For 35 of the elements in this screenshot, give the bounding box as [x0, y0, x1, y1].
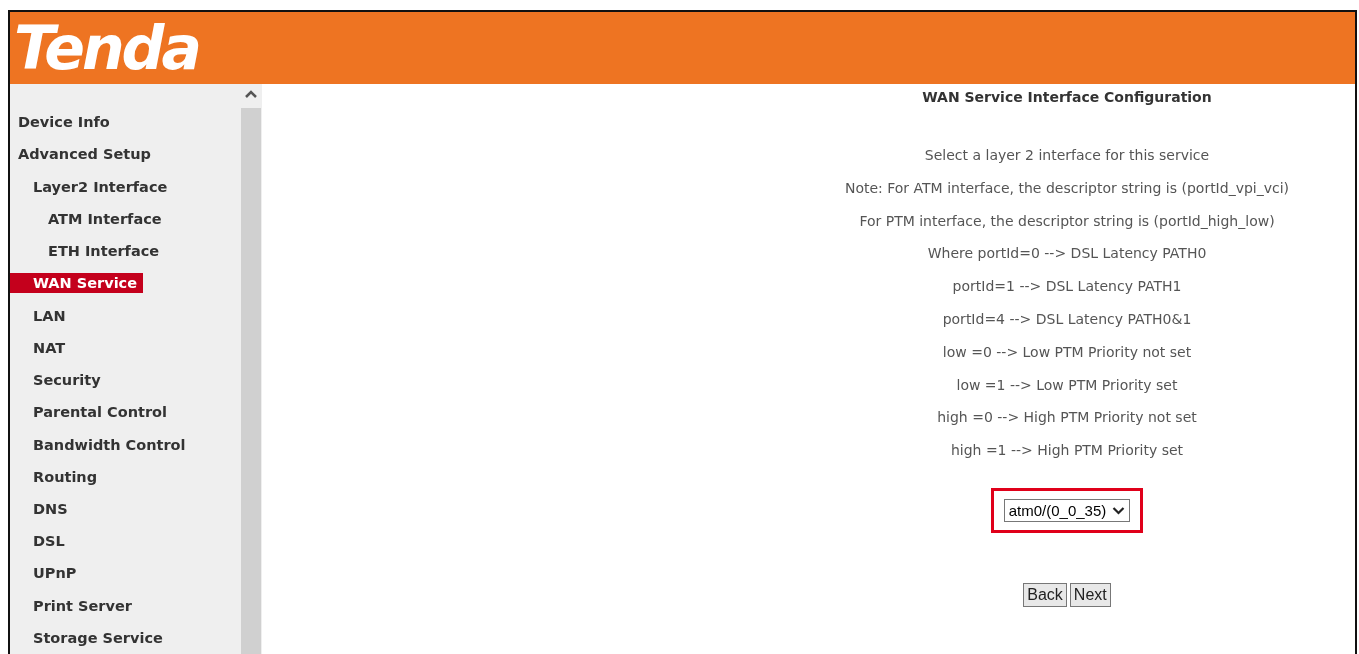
- page-title: WAN Service Interface Configuration: [922, 89, 1212, 105]
- back-button[interactable]: Back: [1023, 582, 1067, 607]
- note-text: high =1 --> High PTM Priority set: [950, 442, 1184, 461]
- sidebar-item[interactable]: UPnP: [10, 557, 83, 590]
- sidebar-item[interactable]: Routing: [10, 460, 104, 493]
- sidebar-item[interactable]: Advanced Setup: [10, 138, 157, 171]
- sidebar-item[interactable]: DNS: [10, 492, 74, 526]
- note-text: high =0 --> High PTM Priority not set: [937, 409, 1197, 428]
- note-text: portId=4 --> DSL Latency PATH0&1: [942, 311, 1192, 329]
- note-text: Note: For ATM interface, the descriptor string is (portId_vpi_vci): [844, 179, 1290, 198]
- sidebar-item[interactable]: LAN: [10, 299, 72, 332]
- next-button[interactable]: Next: [1069, 582, 1111, 607]
- note-text: portId=1 --> DSL Latency PATH1: [952, 278, 1182, 297]
- sidebar-item[interactable]: Parental Control: [10, 396, 173, 429]
- scrollbar-thumb[interactable]: [241, 108, 261, 654]
- note-text: Where portId=0 --> DSL Latency PATH0: [927, 245, 1207, 264]
- scroll-up-icon[interactable]: [245, 90, 257, 98]
- note-text: low =0 --> Low PTM Priority not set: [942, 343, 1192, 362]
- interface-select[interactable]: atm0/(0_0_35): [1003, 498, 1131, 522]
- sidebar-item[interactable]: Security: [10, 364, 107, 397]
- sidebar-item[interactable]: Device Info: [10, 106, 116, 139]
- sidebar-item[interactable]: NAT: [10, 331, 72, 365]
- sidebar-item[interactable]: WAN Service: [10, 273, 144, 293]
- note-text: For PTM interface, the descriptor string is (portId_high_low): [859, 212, 1275, 231]
- sidebar-item[interactable]: Layer2 Interface: [10, 170, 174, 203]
- sidebar-item[interactable]: Bandwidth Control: [10, 428, 192, 461]
- logo: Tenda: [14, 18, 200, 78]
- sidebar-item[interactable]: DSL: [10, 525, 71, 558]
- note-text: Select a layer 2 interface for this service: [924, 147, 1210, 165]
- note-text: low =1 --> Low PTM Priority set: [956, 376, 1178, 395]
- sidebar-item[interactable]: ETH Interface: [10, 234, 166, 268]
- sidebar-item[interactable]: Storage Service: [10, 621, 169, 654]
- sidebar-item[interactable]: ATM Interface: [10, 202, 168, 235]
- caret-icon: [1112, 505, 1126, 515]
- sidebar-item[interactable]: Print Server: [10, 589, 138, 622]
